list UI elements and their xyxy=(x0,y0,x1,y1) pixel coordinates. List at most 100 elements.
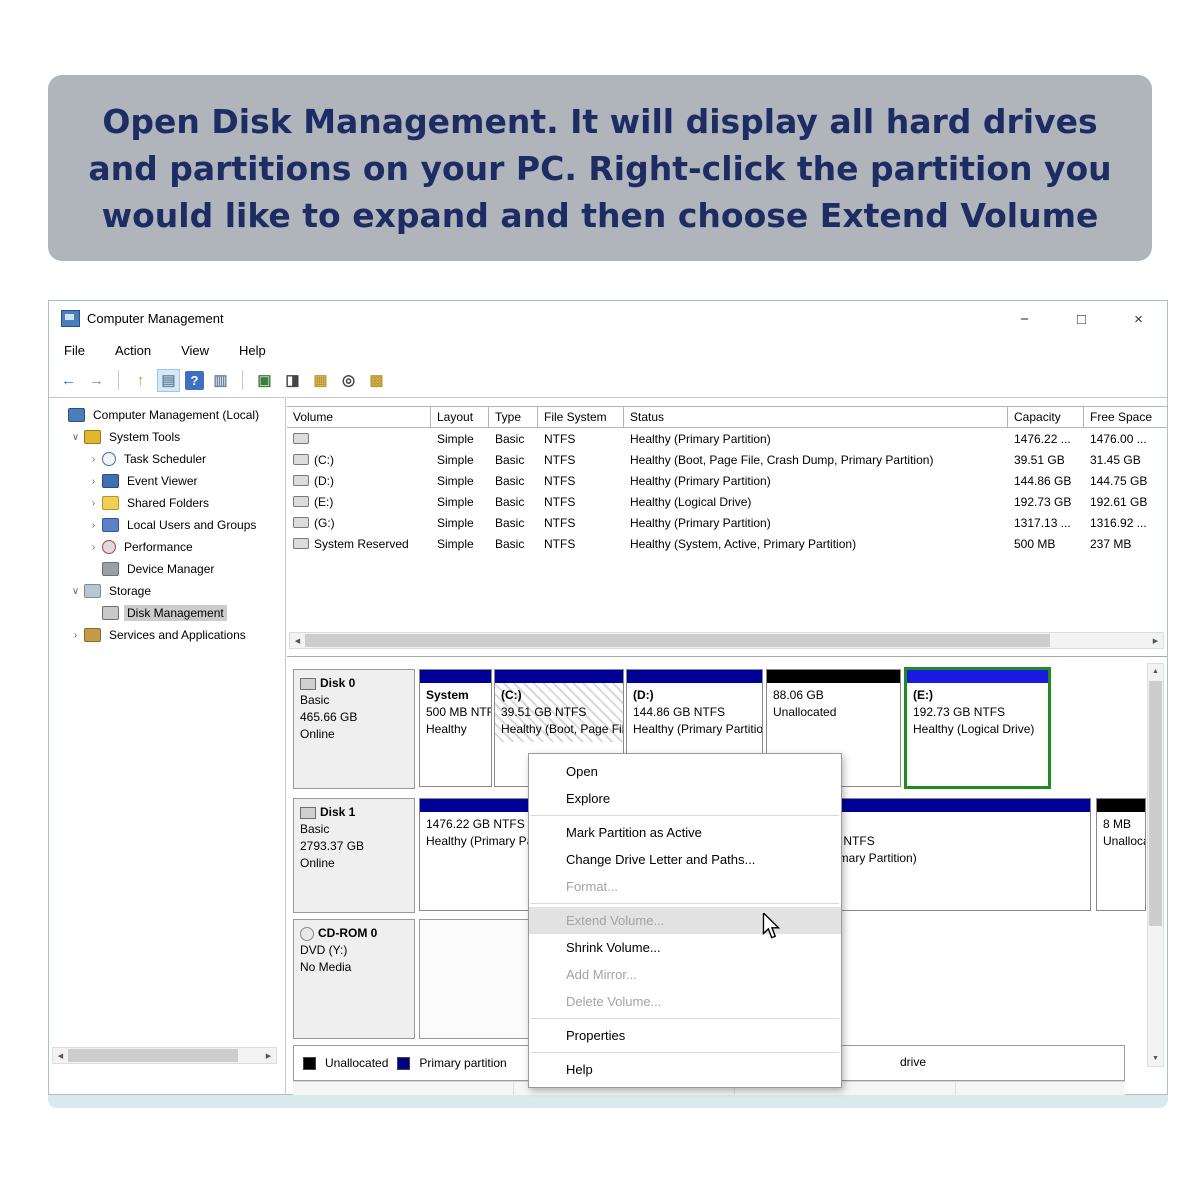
tree-item-label: Shared Folders xyxy=(127,496,210,510)
console-tree-icon[interactable]: ▤ xyxy=(157,368,180,392)
column-header-freespace[interactable]: Free Space xyxy=(1084,407,1169,427)
partition-status: Healthy (Primary Partition) xyxy=(633,722,762,736)
scroll-right-icon[interactable]: ▶ xyxy=(1148,637,1163,645)
scroll-right-icon[interactable]: ▶ xyxy=(261,1052,276,1060)
tree-item-performance[interactable]: › Performance xyxy=(49,536,285,558)
menu-item-explore[interactable]: Explore xyxy=(529,785,841,812)
scrollbar-thumb[interactable] xyxy=(305,634,1050,647)
volume-type: Basic xyxy=(495,536,525,551)
menu-item-open[interactable]: Open xyxy=(529,758,841,785)
back-icon[interactable]: ← xyxy=(57,369,80,392)
export-icon[interactable]: ↑ xyxy=(129,369,152,392)
maximize-button[interactable]: □ xyxy=(1053,301,1110,337)
minimize-button[interactable]: − xyxy=(996,301,1053,337)
scrollbar-thumb[interactable] xyxy=(1149,681,1162,926)
toolbar-separator xyxy=(118,370,119,390)
chevron-right-icon[interactable]: › xyxy=(87,476,100,487)
help-icon[interactable]: ? xyxy=(185,370,204,390)
chevron-right-icon[interactable]: › xyxy=(87,520,100,531)
column-header-type[interactable]: Type xyxy=(489,407,538,427)
tree-item-task-scheduler[interactable]: › Task Scheduler xyxy=(49,448,285,470)
disk-settings-icon[interactable]: ▩ xyxy=(365,369,388,392)
volume-status: Healthy (Primary Partition) xyxy=(630,431,771,446)
partition-size: 144.86 GB NTFS xyxy=(633,705,726,719)
title-bar: Computer Management − □ × xyxy=(49,301,1167,337)
partition-unallocated-8mb[interactable]: 8 MB Unallocated xyxy=(1096,798,1146,911)
menu-item-change-drive-letter[interactable]: Change Drive Letter and Paths... xyxy=(529,846,841,873)
scrollbar-thumb[interactable] xyxy=(68,1049,238,1062)
disk-pane-vertical-scrollbar[interactable]: ▲ ▼ xyxy=(1147,663,1164,1067)
refresh-icon[interactable]: ▣ xyxy=(253,369,276,392)
volume-icon xyxy=(293,538,309,549)
menu-item-help[interactable]: Help xyxy=(529,1056,841,1083)
device-properties-icon[interactable]: ◨ xyxy=(281,369,304,392)
column-header-capacity[interactable]: Capacity xyxy=(1008,407,1084,427)
tree-horizontal-scrollbar[interactable]: ◀ ▶ xyxy=(52,1047,277,1064)
scroll-up-icon[interactable]: ▲ xyxy=(1152,664,1159,679)
scroll-down-icon[interactable]: ▼ xyxy=(1152,1051,1159,1066)
table-row[interactable]: Simple Basic NTFS Healthy (Primary Parti… xyxy=(287,428,1167,449)
partition-size: 8 MB xyxy=(1103,817,1132,831)
column-header-layout[interactable]: Layout xyxy=(431,407,489,427)
tree-item-event-viewer[interactable]: › Event Viewer xyxy=(49,470,285,492)
volume-type: Basic xyxy=(495,494,525,509)
menu-item-mark-partition-active[interactable]: Mark Partition as Active xyxy=(529,819,841,846)
partition-system[interactable]: System 500 MB NTFS Healthy xyxy=(419,669,492,787)
chevron-right-icon[interactable]: › xyxy=(87,454,100,465)
event-viewer-icon xyxy=(102,474,119,488)
tree-item-computer-management[interactable]: Computer Management (Local) xyxy=(49,404,285,426)
menu-item-extend-volume[interactable]: Extend Volume... xyxy=(529,907,841,934)
volume-layout: Simple xyxy=(437,452,474,467)
partition-strip xyxy=(495,670,623,683)
device-manager-icon xyxy=(102,562,119,576)
volume-filesystem: NTFS xyxy=(544,431,576,446)
menu-item-delete-volume: Delete Volume... xyxy=(566,994,662,1009)
partition-status: Healthy xyxy=(426,722,467,736)
volume-list-horizontal-scrollbar[interactable]: ◀ ▶ xyxy=(289,632,1164,649)
menu-item-properties[interactable]: Properties xyxy=(529,1022,841,1049)
tree-item-shared-folders[interactable]: › Shared Folders xyxy=(49,492,285,514)
volume-capacity: 192.73 GB xyxy=(1014,494,1072,509)
chevron-right-icon[interactable]: › xyxy=(87,542,100,553)
column-header-volume[interactable]: Volume xyxy=(287,407,431,427)
chevron-right-icon[interactable]: › xyxy=(69,630,82,641)
task-scheduler-icon xyxy=(102,452,116,466)
chevron-down-icon[interactable]: ∨ xyxy=(69,432,82,443)
close-button[interactable]: × xyxy=(1110,301,1167,337)
tree-item-disk-management[interactable]: Disk Management xyxy=(49,602,285,624)
search-drive-icon[interactable]: ◎ xyxy=(337,369,360,392)
menu-file[interactable]: File xyxy=(64,343,85,358)
menu-item-shrink-volume[interactable]: Shrink Volume... xyxy=(529,934,841,961)
menu-view[interactable]: View xyxy=(181,343,209,358)
forward-icon[interactable]: → xyxy=(85,369,108,392)
tree-item-local-users[interactable]: › Local Users and Groups xyxy=(49,514,285,536)
tree-item-label: Services and Applications xyxy=(109,628,246,642)
open-drive-icon[interactable]: ▦ xyxy=(309,369,332,392)
column-header-status[interactable]: Status xyxy=(624,407,1008,427)
disk0-label[interactable]: Disk 0 Basic 465.66 GB Online xyxy=(293,669,415,789)
scroll-left-icon[interactable]: ◀ xyxy=(53,1052,68,1060)
tree-item-services-applications[interactable]: › Services and Applications xyxy=(49,624,285,646)
table-row[interactable]: (D:) Simple Basic NTFS Healthy (Primary … xyxy=(287,470,1167,491)
tree-item-system-tools[interactable]: ∨ System Tools xyxy=(49,426,285,448)
tree-item-device-manager[interactable]: Device Manager xyxy=(49,558,285,580)
chevron-right-icon[interactable]: › xyxy=(87,498,100,509)
disk-icon xyxy=(300,806,316,819)
disk1-label[interactable]: Disk 1 Basic 2793.37 GB Online xyxy=(293,798,415,913)
menu-help[interactable]: Help xyxy=(239,343,266,358)
menu-action[interactable]: Action xyxy=(115,343,151,358)
tree-item-storage[interactable]: ∨ Storage xyxy=(49,580,285,602)
chevron-down-icon[interactable]: ∨ xyxy=(69,586,82,597)
volume-freespace: 144.75 GB xyxy=(1090,473,1148,488)
table-row[interactable]: (E:) Simple Basic NTFS Healthy (Logical … xyxy=(287,491,1167,512)
partition-e-selected[interactable]: (E:) 192.73 GB NTFS Healthy (Logical Dri… xyxy=(904,667,1051,789)
table-row[interactable]: (C:) Simple Basic NTFS Healthy (Boot, Pa… xyxy=(287,449,1167,470)
show-hide-icon[interactable]: ▥ xyxy=(209,369,232,392)
cdrom-label[interactable]: CD-ROM 0 DVD (Y:) No Media xyxy=(293,919,415,1039)
scroll-left-icon[interactable]: ◀ xyxy=(290,637,305,645)
volume-freespace: 237 MB xyxy=(1090,536,1132,551)
table-row[interactable]: System Reserved Simple Basic NTFS Health… xyxy=(287,533,1167,554)
partition-status: Unallocated xyxy=(1103,834,1145,848)
table-row[interactable]: (G:) Simple Basic NTFS Healthy (Primary … xyxy=(287,512,1167,533)
column-header-filesystem[interactable]: File System xyxy=(538,407,624,427)
